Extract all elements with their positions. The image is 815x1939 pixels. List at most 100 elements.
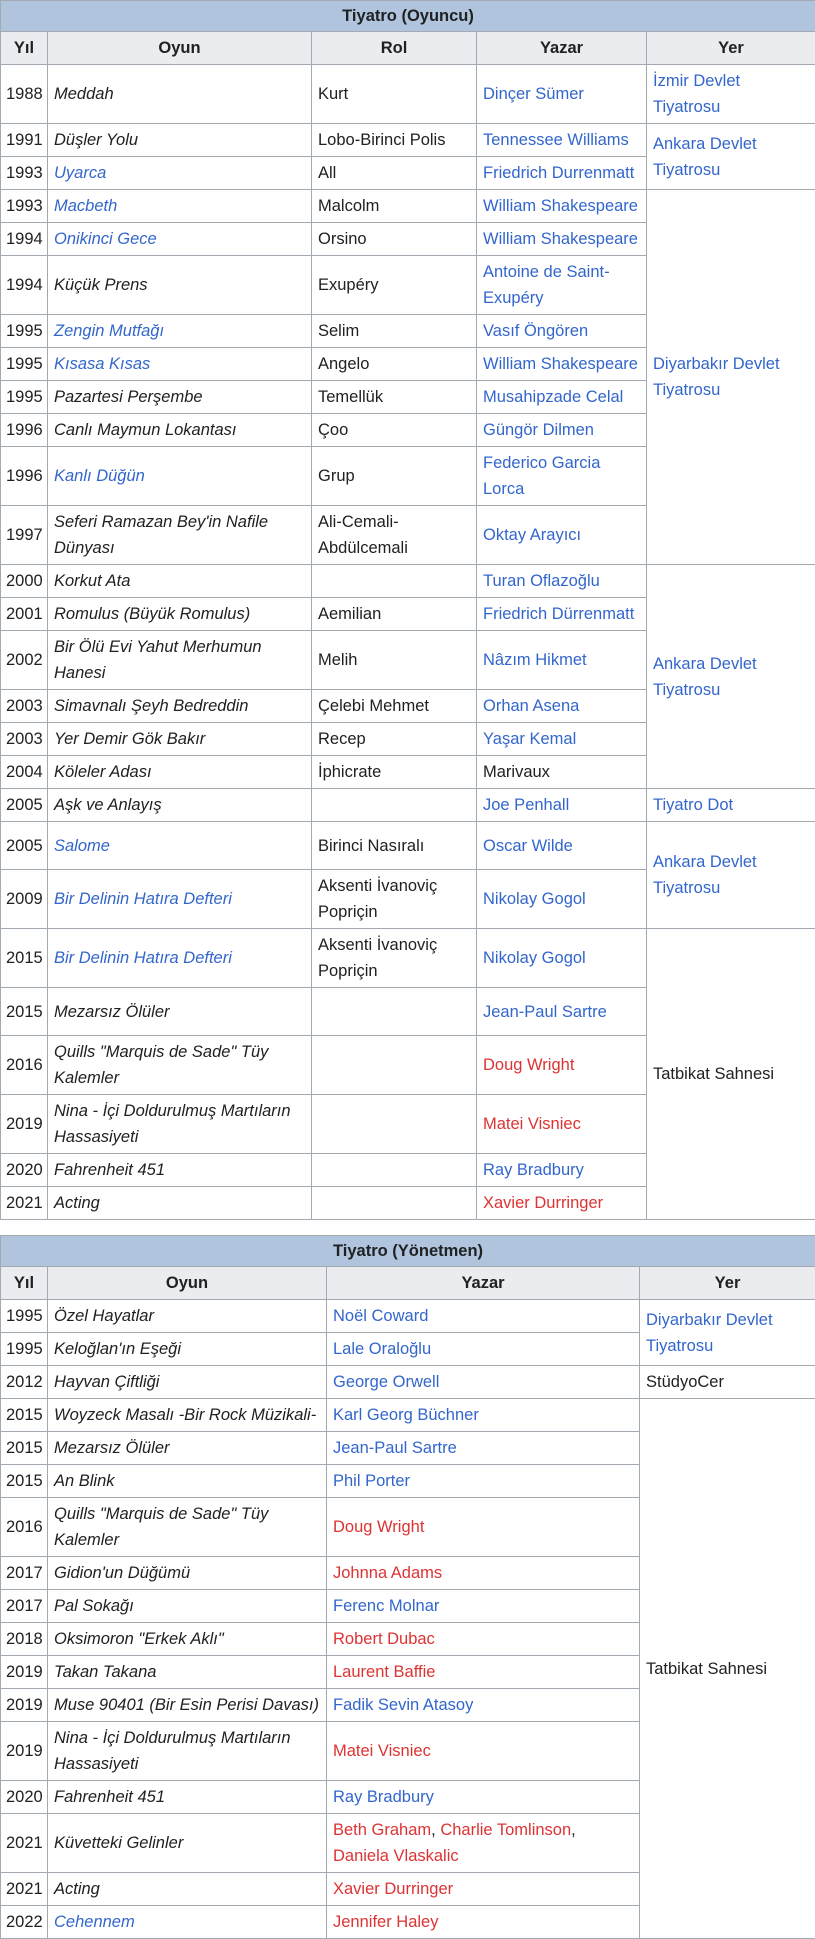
- play-link[interactable]: Bir Delinin Hatıra Defteri: [48, 929, 312, 988]
- play-link[interactable]: Salome: [48, 822, 312, 870]
- play-link[interactable]: Uyarca: [48, 157, 312, 190]
- author-link[interactable]: Doug Wright: [477, 1036, 647, 1095]
- play-link[interactable]: Cehennem: [48, 1906, 327, 1939]
- author-link[interactable]: Friedrich Durrenmatt: [477, 157, 647, 190]
- year-cell: 2012: [1, 1366, 48, 1399]
- author-link[interactable]: Vasıf Öngören: [477, 315, 647, 348]
- role-cell: Aemilian: [312, 598, 477, 631]
- year-cell: 2015: [1, 1399, 48, 1432]
- author-link[interactable]: Karl Georg Büchner: [327, 1399, 640, 1432]
- author-link[interactable]: William Shakespeare: [477, 223, 647, 256]
- year-cell: 2016: [1, 1498, 48, 1557]
- author-link[interactable]: Antoine de Saint-Exupéry: [477, 256, 647, 315]
- table-row: 2015Woyzeck Masalı -Bir Rock Müzikali-Ka…: [1, 1399, 815, 1432]
- author-link[interactable]: Jean-Paul Sartre: [327, 1432, 640, 1465]
- venue-link[interactable]: İzmir Devlet Tiyatrosu: [647, 65, 815, 124]
- year-cell: 1994: [1, 223, 48, 256]
- play-link[interactable]: Zengin Mutfağı: [48, 315, 312, 348]
- play-cell: Oksimoron "Erkek Aklı": [48, 1623, 327, 1656]
- author-link[interactable]: Dinçer Sümer: [477, 65, 647, 124]
- role-cell: Orsino: [312, 223, 477, 256]
- author-link[interactable]: Noël Coward: [327, 1300, 640, 1333]
- author-link[interactable]: Friedrich Dürrenmatt: [477, 598, 647, 631]
- author-link[interactable]: Nikolay Gogol: [477, 870, 647, 929]
- venue-link[interactable]: Diyarbakır Devlet Tiyatrosu: [640, 1300, 815, 1366]
- author-link[interactable]: Charlie Tomlinson: [440, 1821, 571, 1839]
- author-link[interactable]: Phil Porter: [327, 1465, 640, 1498]
- author-link[interactable]: Doug Wright: [327, 1498, 640, 1557]
- author-link[interactable]: Lale Oraloğlu: [327, 1333, 640, 1366]
- author-link[interactable]: Johnna Adams: [327, 1557, 640, 1590]
- play-cell: Pazartesi Perşembe: [48, 381, 312, 414]
- play-cell: Korkut Ata: [48, 565, 312, 598]
- author-link[interactable]: Laurent Baffie: [327, 1656, 640, 1689]
- author-link[interactable]: Oktay Arayıcı: [477, 506, 647, 565]
- author-link[interactable]: Güngör Dilmen: [477, 414, 647, 447]
- year-cell: 2016: [1, 1036, 48, 1095]
- year-cell: 2005: [1, 822, 48, 870]
- author-link[interactable]: Federico Garcia Lorca: [477, 447, 647, 506]
- venue-link[interactable]: Ankara Devlet Tiyatrosu: [647, 124, 815, 190]
- author-link[interactable]: Robert Dubac: [327, 1623, 640, 1656]
- author-link[interactable]: Fadik Sevin Atasoy: [327, 1689, 640, 1722]
- play-cell: Özel Hayatlar: [48, 1300, 327, 1333]
- author-link[interactable]: Matei Visniec: [327, 1722, 640, 1781]
- author-link[interactable]: Musahipzade Celal: [477, 381, 647, 414]
- table-row: 1993MacbethMalcolmWilliam ShakespeareDiy…: [1, 190, 815, 223]
- year-cell: 2021: [1, 1187, 48, 1220]
- play-link[interactable]: Onikinci Gece: [48, 223, 312, 256]
- author-link[interactable]: Joe Penhall: [477, 789, 647, 822]
- year-cell: 2002: [1, 631, 48, 690]
- author-separator: ,: [431, 1821, 440, 1839]
- author-link[interactable]: Nikolay Gogol: [477, 929, 647, 988]
- play-link[interactable]: Kısasa Kısas: [48, 348, 312, 381]
- author-link[interactable]: Xavier Durringer: [477, 1187, 647, 1220]
- play-cell: Seferi Ramazan Bey'in Nafile Dünyası: [48, 506, 312, 565]
- author-link[interactable]: William Shakespeare: [477, 348, 647, 381]
- play-cell: Nina - İçi Doldurulmuş Martıların Hassas…: [48, 1722, 327, 1781]
- year-cell: 2019: [1, 1095, 48, 1154]
- author-link[interactable]: Oscar Wilde: [477, 822, 647, 870]
- author-link[interactable]: George Orwell: [327, 1366, 640, 1399]
- author-link[interactable]: Ray Bradbury: [477, 1154, 647, 1187]
- column-header-role: Rol: [312, 32, 477, 65]
- venue-cell: Tatbikat Sahnesi: [647, 929, 815, 1220]
- venue-link[interactable]: Tiyatro Dot: [647, 789, 815, 822]
- author-link[interactable]: Xavier Durringer: [327, 1873, 640, 1906]
- role-cell: Lobo-Birinci Polis: [312, 124, 477, 157]
- venue-link[interactable]: Ankara Devlet Tiyatrosu: [647, 822, 815, 929]
- year-cell: 1988: [1, 65, 48, 124]
- author-link[interactable]: Tennessee Williams: [477, 124, 647, 157]
- role-cell: Melih: [312, 631, 477, 690]
- role-cell: [312, 1154, 477, 1187]
- play-cell: Düşler Yolu: [48, 124, 312, 157]
- author-link[interactable]: Ferenc Molnar: [327, 1590, 640, 1623]
- play-link[interactable]: Macbeth: [48, 190, 312, 223]
- author-link[interactable]: Beth Graham: [333, 1821, 431, 1839]
- director-table-body: 1995Özel HayatlarNoël CowardDiyarbakır D…: [1, 1300, 815, 1939]
- play-cell: Acting: [48, 1187, 312, 1220]
- author-link[interactable]: Matei Visniec: [477, 1095, 647, 1154]
- author-link[interactable]: Turan Oflazoğlu: [477, 565, 647, 598]
- venue-link[interactable]: Ankara Devlet Tiyatrosu: [647, 565, 815, 789]
- role-cell: Kurt: [312, 65, 477, 124]
- author-link[interactable]: Orhan Asena: [477, 690, 647, 723]
- play-cell: Acting: [48, 1873, 327, 1906]
- play-cell: Fahrenheit 451: [48, 1781, 327, 1814]
- author-link[interactable]: Jean-Paul Sartre: [477, 988, 647, 1036]
- author-link[interactable]: Nâzım Hikmet: [477, 631, 647, 690]
- venue-link[interactable]: Diyarbakır Devlet Tiyatrosu: [647, 190, 815, 565]
- play-link[interactable]: Kanlı Düğün: [48, 447, 312, 506]
- play-cell: Küçük Prens: [48, 256, 312, 315]
- column-header-year: Yıl: [1, 1267, 48, 1300]
- author-link[interactable]: Daniela Vlaskalic: [333, 1847, 459, 1865]
- role-cell: Çelebi Mehmet: [312, 690, 477, 723]
- year-cell: 2015: [1, 929, 48, 988]
- author-link[interactable]: Yaşar Kemal: [477, 723, 647, 756]
- author-link[interactable]: Jennifer Haley: [327, 1906, 640, 1939]
- author-link[interactable]: William Shakespeare: [477, 190, 647, 223]
- author-link[interactable]: Ray Bradbury: [327, 1781, 640, 1814]
- play-link[interactable]: Bir Delinin Hatıra Defteri: [48, 870, 312, 929]
- director-theatre-table: Tiyatro (Yönetmen) Yıl Oyun Yazar Yer 19…: [0, 1235, 815, 1939]
- play-cell: Woyzeck Masalı -Bir Rock Müzikali-: [48, 1399, 327, 1432]
